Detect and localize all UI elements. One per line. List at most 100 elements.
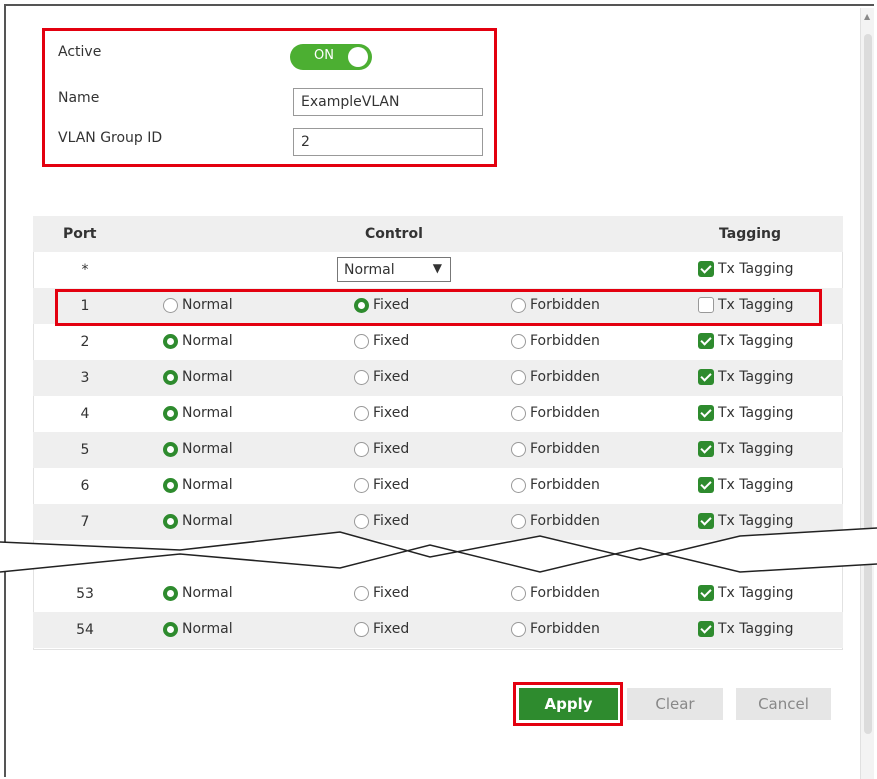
tagging-option[interactable]: Tx Tagging xyxy=(698,477,794,493)
radio-normal[interactable] xyxy=(163,333,178,349)
tagging-checkbox[interactable] xyxy=(698,261,714,277)
control-option-fixed[interactable]: Fixed xyxy=(354,369,409,385)
radio-forbidden[interactable] xyxy=(511,333,526,349)
tagging-label: Tx Tagging xyxy=(718,621,794,637)
scroll-up-arrow-icon[interactable]: ▲ xyxy=(864,12,870,21)
control-option-fixed[interactable]: Fixed xyxy=(354,333,409,349)
table-row-all: * Normal ▼ Tx Tagging xyxy=(33,252,843,288)
row-port: * xyxy=(81,262,89,278)
tagging-checkbox[interactable] xyxy=(698,477,714,493)
header-control: Control xyxy=(365,226,423,242)
radio-fixed[interactable] xyxy=(354,621,369,637)
option-label-normal: Normal xyxy=(182,333,233,349)
radio-fixed[interactable] xyxy=(354,369,369,385)
scrollbar-thumb[interactable] xyxy=(864,34,872,734)
tagging-option[interactable]: Tx Tagging xyxy=(698,333,794,349)
option-label-normal: Normal xyxy=(182,441,233,457)
control-option-normal[interactable]: Normal xyxy=(163,441,233,457)
vertical-scrollbar[interactable]: ▲ xyxy=(860,8,874,779)
tagging-option[interactable]: Tx Tagging xyxy=(698,585,794,601)
control-option-forbidden[interactable]: Forbidden xyxy=(511,585,600,601)
clear-button[interactable]: Clear xyxy=(627,688,723,720)
control-option-fixed[interactable]: Fixed xyxy=(354,405,409,421)
row-port: 4 xyxy=(80,406,90,422)
option-label-normal: Normal xyxy=(182,369,233,385)
radio-fixed[interactable] xyxy=(354,405,369,421)
tagging-option[interactable]: Tx Tagging xyxy=(698,261,794,277)
tagging-label: Tx Tagging xyxy=(718,369,794,385)
control-option-fixed[interactable]: Fixed xyxy=(354,621,409,637)
option-label-normal: Normal xyxy=(182,477,233,493)
chevron-down-icon: ▼ xyxy=(432,261,442,275)
tagging-label: Tx Tagging xyxy=(718,261,794,277)
radio-normal[interactable] xyxy=(163,621,178,637)
tagging-option[interactable]: Tx Tagging xyxy=(698,441,794,457)
control-option-forbidden[interactable]: Forbidden xyxy=(511,621,600,637)
tagging-option[interactable]: Tx Tagging xyxy=(698,621,794,637)
radio-forbidden[interactable] xyxy=(511,477,526,493)
control-option-normal[interactable]: Normal xyxy=(163,333,233,349)
option-label-normal: Normal xyxy=(182,405,233,421)
tagging-checkbox[interactable] xyxy=(698,333,714,349)
radio-normal[interactable] xyxy=(163,477,178,493)
control-option-normal[interactable]: Normal xyxy=(163,405,233,421)
table-row: 54 Normal Fixed Forbidden Tx Tagging xyxy=(33,612,843,648)
control-option-forbidden[interactable]: Forbidden xyxy=(511,369,600,385)
tagging-label: Tx Tagging xyxy=(718,441,794,457)
control-option-forbidden[interactable]: Forbidden xyxy=(511,405,600,421)
control-option-normal[interactable]: Normal xyxy=(163,369,233,385)
table-row: 53 Normal Fixed Forbidden Tx Tagging xyxy=(33,576,843,612)
tagging-checkbox[interactable] xyxy=(698,441,714,457)
radio-fixed[interactable] xyxy=(354,477,369,493)
option-label-forbidden: Forbidden xyxy=(530,621,600,637)
option-label-fixed: Fixed xyxy=(373,585,410,601)
table-row: 6 Normal Fixed Forbidden Tx Tagging xyxy=(33,468,843,504)
radio-normal[interactable] xyxy=(163,369,178,385)
control-option-normal[interactable]: Normal xyxy=(163,621,233,637)
radio-fixed[interactable] xyxy=(354,441,369,457)
control-option-fixed[interactable]: Fixed xyxy=(354,441,409,457)
radio-forbidden[interactable] xyxy=(511,585,526,601)
control-option-forbidden[interactable]: Forbidden xyxy=(511,441,600,457)
row-port: 2 xyxy=(80,334,90,350)
tagging-option[interactable]: Tx Tagging xyxy=(698,369,794,385)
radio-normal[interactable] xyxy=(163,405,178,421)
table-row: 4 Normal Fixed Forbidden Tx Tagging xyxy=(33,396,843,432)
table-row: 2 Normal Fixed Forbidden Tx Tagging xyxy=(33,324,843,360)
tagging-label: Tx Tagging xyxy=(718,405,794,421)
option-label-forbidden: Forbidden xyxy=(530,333,600,349)
radio-forbidden[interactable] xyxy=(511,369,526,385)
tagging-checkbox[interactable] xyxy=(698,405,714,421)
radio-forbidden[interactable] xyxy=(511,441,526,457)
table-row: 5 Normal Fixed Forbidden Tx Tagging xyxy=(33,432,843,468)
control-option-normal[interactable]: Normal xyxy=(163,585,233,601)
radio-normal[interactable] xyxy=(163,585,178,601)
control-option-normal[interactable]: Normal xyxy=(163,477,233,493)
cancel-button[interactable]: Cancel xyxy=(736,688,831,720)
tagging-checkbox[interactable] xyxy=(698,621,714,637)
row-port: 5 xyxy=(80,442,90,458)
control-option-fixed[interactable]: Fixed xyxy=(354,585,409,601)
option-label-fixed: Fixed xyxy=(373,369,410,385)
control-option-fixed[interactable]: Fixed xyxy=(354,477,409,493)
radio-fixed[interactable] xyxy=(354,585,369,601)
control-option-forbidden[interactable]: Forbidden xyxy=(511,477,600,493)
tagging-checkbox[interactable] xyxy=(698,585,714,601)
radio-forbidden[interactable] xyxy=(511,405,526,421)
radio-fixed[interactable] xyxy=(354,333,369,349)
tagging-option[interactable]: Tx Tagging xyxy=(698,405,794,421)
control-option-forbidden[interactable]: Forbidden xyxy=(511,333,600,349)
option-label-forbidden: Forbidden xyxy=(530,405,600,421)
header-port: Port xyxy=(63,226,97,242)
row-port: 3 xyxy=(80,370,90,386)
radio-forbidden[interactable] xyxy=(511,621,526,637)
option-label-fixed: Fixed xyxy=(373,441,410,457)
row-port: 6 xyxy=(80,478,90,494)
option-label-normal: Normal xyxy=(182,585,233,601)
tagging-label: Tx Tagging xyxy=(718,333,794,349)
tagging-checkbox[interactable] xyxy=(698,369,714,385)
control-select[interactable]: Normal ▼ xyxy=(337,257,451,282)
option-label-forbidden: Forbidden xyxy=(530,585,600,601)
radio-normal[interactable] xyxy=(163,441,178,457)
row-port: 54 xyxy=(76,622,94,638)
